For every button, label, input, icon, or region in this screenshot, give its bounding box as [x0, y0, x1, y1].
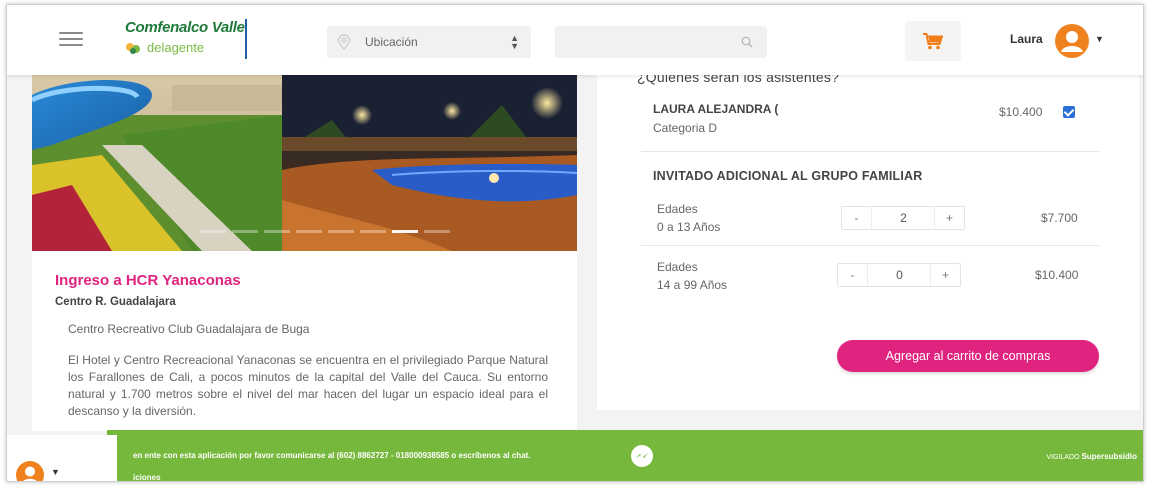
age-group-price: $7.700 — [1041, 211, 1078, 225]
contact-footer: en ente con esta aplicación por favor co… — [107, 430, 1143, 482]
location-label: Ubicación — [365, 35, 418, 49]
footer-contact-message: en ente con esta aplicación por favor co… — [133, 451, 531, 460]
age-range: 14 a 99 Años — [657, 278, 728, 292]
age-label: Edades — [657, 202, 698, 216]
quantity-stepper: - + — [841, 206, 965, 230]
age-range: 0 a 13 Años — [657, 220, 721, 234]
redacted-area — [787, 99, 883, 121]
select-arrows-icon: ▲ ▼ — [510, 33, 519, 51]
divider — [641, 151, 1099, 152]
carousel-dot[interactable] — [232, 230, 258, 233]
increment-button[interactable]: + — [930, 264, 960, 286]
logo-text-bottom: delagente — [147, 40, 205, 55]
user-menu-caret-icon[interactable]: ▼ — [51, 467, 60, 477]
carousel-dot[interactable] — [360, 230, 386, 233]
attendee-category: Categoria D — [653, 121, 718, 135]
decrement-button[interactable]: - — [842, 207, 872, 229]
attendee-name: LAURA ALEJANDRA ( — [653, 102, 779, 116]
logo-divider — [245, 19, 247, 59]
decrement-button[interactable]: - — [838, 264, 868, 286]
cart-button[interactable] — [905, 21, 961, 61]
age-group-price: $10.400 — [1035, 268, 1079, 282]
event-description: El Hotel y Centro Recreacional Yanaconas… — [68, 353, 548, 418]
quantity-input[interactable] — [873, 207, 934, 229]
search-box[interactable] — [555, 26, 767, 58]
event-card: Ingreso a HCR Yanaconas Centro R. Guadal… — [32, 75, 577, 431]
logo-text-top: Comfenalco Valle — [125, 19, 245, 36]
user-avatar-icon[interactable] — [15, 460, 45, 482]
vigilance-prefix: VIGILADO — [1046, 454, 1080, 461]
carousel-photo — [32, 75, 577, 251]
user-avatar-icon[interactable] — [1054, 23, 1090, 59]
vigilance-label: VIGILADO Supersubsidio — [1046, 452, 1137, 461]
vigilance-brand: Supersubsidio — [1081, 452, 1137, 461]
user-name[interactable]: Laura — [1010, 32, 1043, 46]
attendee-checkbox[interactable] — [1063, 106, 1075, 118]
carousel-dot[interactable] — [328, 230, 354, 233]
cart-icon — [923, 33, 943, 50]
guest-heading: INVITADO ADICIONAL AL GRUPO FAMILIAR — [653, 169, 923, 183]
search-input[interactable] — [555, 26, 767, 58]
search-icon[interactable] — [741, 36, 753, 48]
carousel-dot[interactable] — [264, 230, 290, 233]
add-to-cart-button[interactable]: Agregar al carrito de compras — [837, 340, 1099, 372]
carousel-dot[interactable] — [424, 230, 450, 233]
carousel-dot[interactable] — [200, 230, 226, 233]
footer-message-line2: iciones — [133, 473, 161, 482]
divider — [641, 245, 1099, 246]
attendee-price: $10.400 — [999, 105, 1043, 119]
location-select[interactable]: Ubicación ▲ ▼ — [327, 26, 531, 58]
event-subtitle: Centro R. Guadalajara — [55, 296, 176, 308]
carousel-dot-active[interactable] — [392, 230, 418, 233]
user-menu-caret-icon[interactable]: ▼ — [1095, 34, 1104, 44]
attendees-card: ¿Quiénes serán los asistentes? LAURA ALE… — [597, 69, 1139, 410]
floating-user-widget: ▼ — [7, 435, 117, 482]
brand-logo[interactable]: Comfenalco Valle delagente — [123, 19, 253, 61]
app-frame: Comfenalco Valle delagente Ubicación ▲▼ — [6, 4, 1144, 482]
event-title: Ingreso a HCR Yanaconas — [55, 272, 241, 289]
map-pin-icon — [337, 34, 351, 50]
increment-button[interactable]: + — [934, 207, 964, 229]
event-image-carousel[interactable] — [32, 75, 577, 251]
event-place: Centro Recreativo Club Guadalajara de Bu… — [68, 322, 310, 336]
quantity-input[interactable] — [869, 264, 930, 286]
age-label: Edades — [657, 260, 698, 274]
leaf-icon — [126, 43, 140, 54]
carousel-indicators — [200, 230, 450, 233]
quantity-stepper: - + — [837, 263, 961, 287]
carousel-dot[interactable] — [296, 230, 322, 233]
chat-bubble-icon[interactable] — [630, 444, 654, 468]
hamburger-icon[interactable] — [59, 29, 83, 49]
top-header: Comfenalco Valle delagente Ubicación ▲▼ — [7, 5, 1143, 75]
